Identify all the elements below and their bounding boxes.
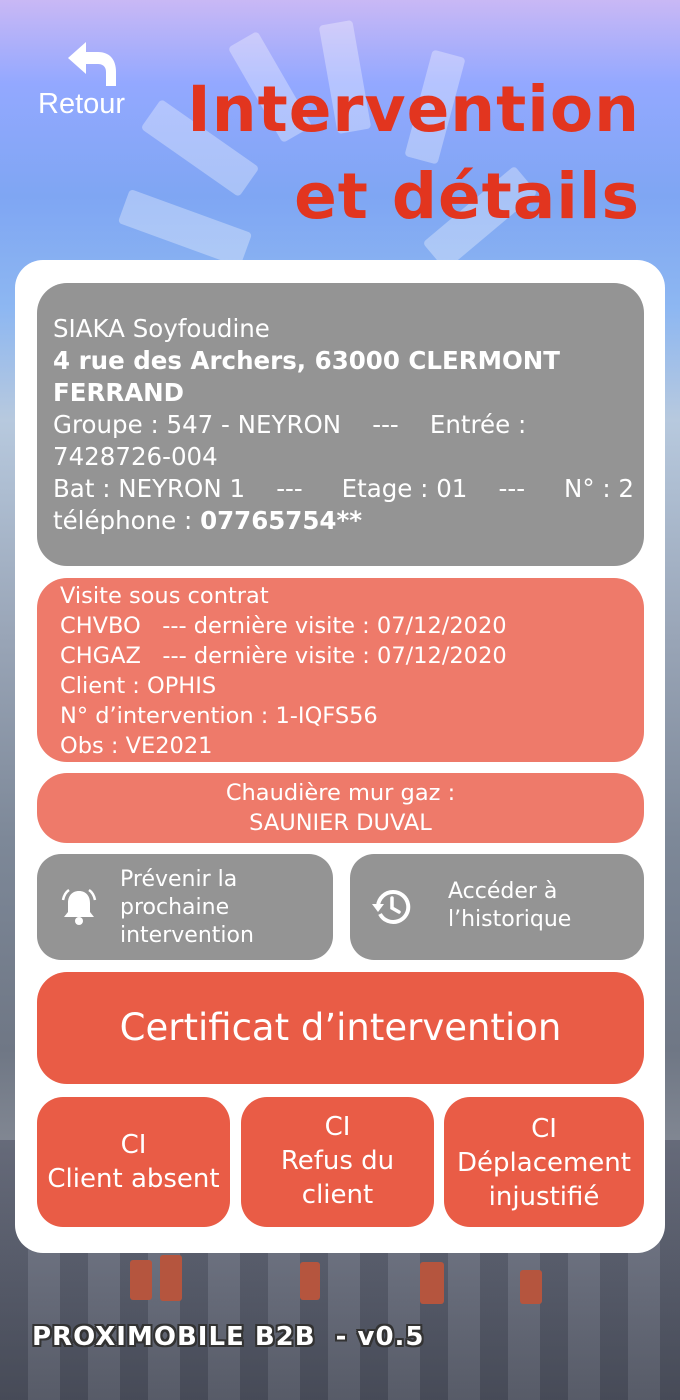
history-icon: [372, 889, 411, 924]
ci-refusal-button[interactable]: CI Refus du client: [241, 1097, 434, 1227]
certificate-button[interactable]: Certificat d’intervention: [37, 972, 644, 1084]
notify-next-intervention-button[interactable]: Prévenir la prochaine intervention: [37, 854, 333, 960]
contract-client: Client : OPHIS: [60, 673, 217, 699]
chimney: [130, 1260, 152, 1300]
history-label: Accéder à l’historique: [448, 879, 572, 932]
ci-client-absent-button[interactable]: CI Client absent: [37, 1097, 230, 1227]
contract-info-box: Visite sous contrat CHVBO --- dernière v…: [37, 578, 644, 762]
chimney: [160, 1255, 182, 1301]
intervention-number: N° d’intervention : 1-IQFS56: [60, 703, 378, 729]
boiler-info-box: Chaudière mur gaz : SAUNIER DUVAL: [37, 773, 644, 843]
app-version-label: PROXIMOBILE B2B - v0.5: [32, 1322, 425, 1352]
chimney: [300, 1262, 320, 1300]
details-card: SIAKA Soyfoudine 4 rue des Archers, 6300…: [15, 260, 665, 1253]
phone-line: téléphone : 07765754**: [53, 506, 363, 535]
ci-unjustified-trip-button[interactable]: CI Déplacement injustifié: [444, 1097, 644, 1227]
boiler-brand: SAUNIER DUVAL: [249, 810, 432, 836]
building-line: Bat : NEYRON 1 --- Etage : 01 --- N° : 2: [53, 474, 634, 503]
contract-line-chgaz: CHGAZ --- dernière visite : 07/12/2020: [60, 643, 507, 669]
group-entry-line: Groupe : 547 - NEYRON --- Entrée :: [53, 410, 527, 439]
notify-label: Prévenir la prochaine intervention: [120, 867, 254, 948]
client-info-box: SIAKA Soyfoudine 4 rue des Archers, 6300…: [37, 283, 644, 566]
bell-icon: [61, 888, 97, 925]
chimney: [520, 1270, 542, 1304]
back-label: Retour: [38, 88, 126, 120]
client-address: 4 rue des Archers, 63000 CLERMONT: [53, 346, 561, 375]
page-title-line1: Intervention: [187, 73, 640, 146]
chimney: [420, 1262, 444, 1304]
boiler-type: Chaudière mur gaz :: [225, 780, 456, 806]
undo-arrow-icon: [68, 42, 116, 86]
back-button[interactable]: Retour: [36, 38, 156, 128]
phone-value: 07765754**: [200, 506, 363, 535]
history-button[interactable]: Accéder à l’historique: [350, 854, 644, 960]
client-address-city: FERRAND: [53, 378, 185, 407]
entry-value: 7428726-004: [53, 442, 218, 471]
page-title: Intervention et détails: [180, 66, 640, 240]
contract-line-chvbo: CHVBO --- dernière visite : 07/12/2020: [60, 613, 507, 639]
contract-title: Visite sous contrat: [60, 583, 269, 609]
observation: Obs : VE2021: [60, 733, 213, 759]
client-name: SIAKA Soyfoudine: [53, 314, 270, 343]
page-title-line2: et détails: [294, 160, 640, 233]
